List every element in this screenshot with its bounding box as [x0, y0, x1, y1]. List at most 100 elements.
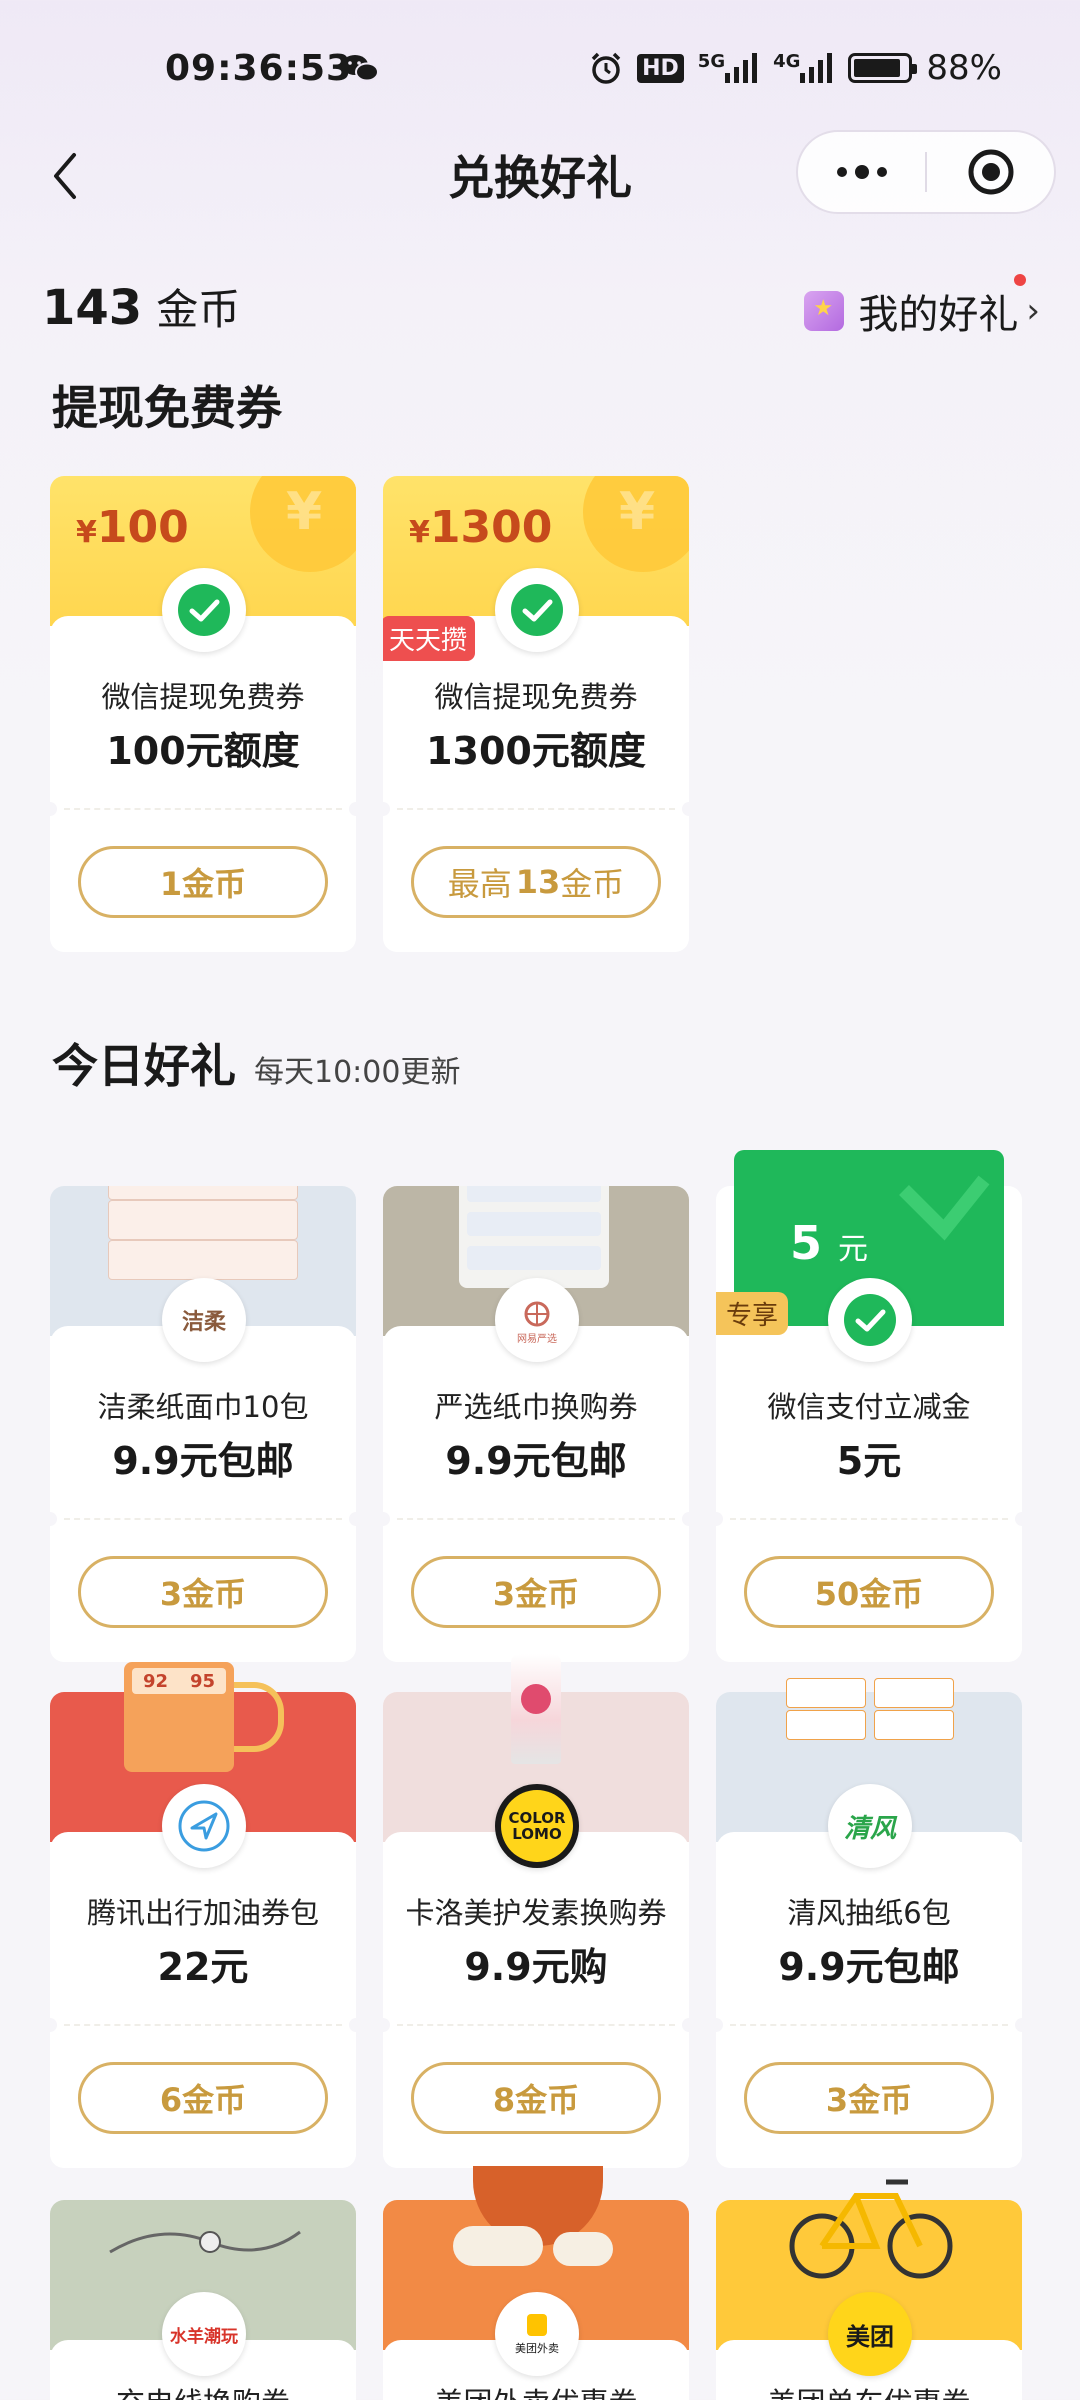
withdraw-card-1300[interactable]: ¥1300 天天攒 微信提现免费券 1300元额度 最高 13 金币 — [383, 476, 689, 952]
card-value: 9.9元包邮 — [112, 1439, 294, 1483]
food-bowl-image — [453, 2166, 623, 2276]
button-unit: 金币 — [560, 865, 625, 903]
coin-balance: 143 金币 — [42, 276, 240, 337]
yuan-coin-icon — [250, 476, 356, 572]
more-dots-icon[interactable] — [798, 132, 925, 212]
withdraw-card-100[interactable]: ¥100 微信提现免费券 100元额度 1金币 — [50, 476, 356, 952]
tissue-product-image — [108, 1186, 298, 1280]
wechat-notification-icon — [340, 52, 380, 84]
coin-balance-value: 143 — [42, 280, 143, 336]
card-divider — [730, 2024, 1008, 2026]
card-value: 9.9元包邮 — [445, 1439, 627, 1483]
svg-text:网易严选: 网易严选 — [517, 1332, 557, 1345]
card-value: 22元 — [157, 1945, 249, 1989]
card-name: 腾讯出行加油券包 — [86, 1896, 319, 1930]
card-notch — [349, 802, 356, 816]
svg-text:美团外卖: 美团外卖 — [515, 2342, 559, 2355]
redeem-button[interactable]: 8金币 — [411, 2062, 661, 2134]
cable-product-image — [100, 2212, 310, 2272]
button-number: 13 — [515, 863, 561, 901]
card-name: 微信提现免费券 — [101, 680, 305, 714]
withdraw-amount: ¥1300 — [409, 502, 553, 553]
card-name: 微信支付立减金 — [767, 1390, 971, 1424]
meituan-logo-icon: 美团 — [828, 2292, 912, 2376]
redeem-button[interactable]: 最高 13 金币 — [411, 846, 661, 918]
section-title-today: 今日好礼 每天10:00更新 — [52, 1030, 460, 1096]
card-notch — [709, 1512, 723, 1526]
wechat-pay-icon — [495, 568, 579, 652]
card-name: 洁柔纸面巾10包 — [97, 1390, 309, 1424]
redeem-button[interactable]: 6金币 — [78, 2062, 328, 2134]
card-name: 美团外卖优惠券 — [383, 2380, 689, 2400]
section-title-text: 今日好礼 — [52, 1039, 236, 1093]
notification-dot — [1014, 274, 1026, 286]
chevron-right-icon: › — [1026, 291, 1040, 331]
alarm-icon — [589, 51, 623, 85]
card-value: 9.9元购 — [464, 1945, 608, 1989]
redeem-button[interactable]: 3金币 — [411, 1556, 661, 1628]
card-name: 美团单车优惠券 — [716, 2380, 1022, 2400]
gift-card-tencent-fuel[interactable]: 92 95 腾讯出行加油券包 22元 6金币 — [43, 1662, 363, 2168]
card-notch — [349, 2018, 363, 2032]
card-divider — [64, 1518, 342, 1520]
coin-balance-unit: 金币 — [156, 285, 241, 334]
battery-percent: 88% — [926, 48, 1002, 88]
redeem-button[interactable]: 3金币 — [78, 1556, 328, 1628]
netease-yanxuan-logo-icon: 网易严选 — [495, 1278, 579, 1362]
meituan-waimai-logo-icon: 美团外卖 — [495, 2292, 579, 2376]
card-notch — [709, 2018, 723, 2032]
card-divider — [397, 808, 675, 810]
gift-card-qingfeng[interactable]: 清风 清风抽纸6包 9.9元包邮 3金币 — [709, 1678, 1029, 2168]
section-subtitle: 每天10:00更新 — [254, 1055, 461, 1090]
my-gifts-link[interactable]: 我的好礼 › — [804, 274, 1040, 340]
conditioner-tube-image — [511, 1654, 561, 1764]
card-name: 严选纸巾换购券 — [434, 1390, 638, 1424]
colorlomo-logo-icon: COLOR LOMO — [495, 1784, 579, 1868]
signal-5g-icon: 5G — [698, 51, 759, 85]
bicycle-image — [786, 2166, 956, 2286]
card-name: 卡洛美护发素换购券 — [405, 1896, 667, 1930]
status-bar: 09:36:53 HD 5G 4G 88% — [0, 0, 1080, 140]
card-divider — [397, 2024, 675, 2026]
wechat-pay-icon — [828, 1278, 912, 1362]
shuiyang-logo-icon: 水羊潮玩 — [162, 2292, 246, 2376]
button-prefix: 最高 — [447, 865, 512, 903]
wechat-pay-icon — [162, 568, 246, 652]
gift-card-meituan-waimai[interactable]: 美团外卖 美团外卖优惠券 — [383, 2166, 689, 2400]
signal-4g-icon: 4G — [773, 51, 834, 85]
card-notch — [376, 2018, 390, 2032]
hd-icon: HD — [637, 51, 684, 85]
redeem-button[interactable]: 50金币 — [744, 1556, 994, 1628]
ticket-amount: 5 元 — [790, 1216, 869, 1270]
card-value: 100元额度 — [106, 729, 300, 773]
status-indicators: HD 5G 4G 88% — [589, 48, 1002, 88]
tissue-pack-image — [459, 1186, 609, 1288]
qingfeng-logo-icon: 清风 — [828, 1784, 912, 1868]
gift-card-colorlomo[interactable]: COLOR LOMO 卡洛美护发素换购券 9.9元购 8金币 — [376, 1654, 696, 2168]
card-value: 5元 — [836, 1439, 902, 1483]
gift-card-yanxuan[interactable]: 网易严选 严选纸巾换购券 9.9元包邮 3金币 — [383, 1186, 689, 1662]
card-divider — [64, 2024, 342, 2026]
redeem-button[interactable]: 3金币 — [744, 2062, 994, 2134]
redeem-button[interactable]: 1金币 — [78, 846, 328, 918]
my-gifts-label: 我的好礼 — [858, 292, 1019, 338]
navigation-arrow-icon — [162, 1784, 246, 1868]
section-title-withdraw: 提现免费券 — [52, 381, 282, 435]
card-divider — [64, 808, 342, 810]
card-divider — [730, 1518, 1008, 1520]
card-name: 清风抽纸6包 — [787, 1896, 951, 1930]
gift-card-wechat-discount[interactable]: 5 元 专享 微信支付立减金 5元 50金币 — [709, 1150, 1029, 1662]
daily-save-badge: 天天攒 — [383, 616, 476, 661]
target-close-icon[interactable] — [927, 132, 1054, 212]
exclusive-badge: 专享 — [716, 1292, 789, 1335]
gift-card-jierou[interactable]: 洁柔 洁柔纸面巾10包 9.9元包邮 3金币 — [50, 1186, 356, 1662]
mini-program-capsule — [796, 130, 1056, 214]
card-value: 9.9元包邮 — [778, 1945, 960, 1989]
gift-card-charging-cable[interactable]: 水羊潮玩 充电线换购券 — [50, 2200, 356, 2400]
card-name: 充电线换购券 — [50, 2380, 356, 2400]
card-divider — [397, 1518, 675, 1520]
jierou-logo-icon: 洁柔 — [162, 1278, 246, 1362]
status-time: 09:36:53 — [165, 48, 353, 89]
gift-card-meituan-bike[interactable]: 美团 美团单车优惠券 — [716, 2179, 1022, 2400]
card-notch — [682, 802, 689, 816]
